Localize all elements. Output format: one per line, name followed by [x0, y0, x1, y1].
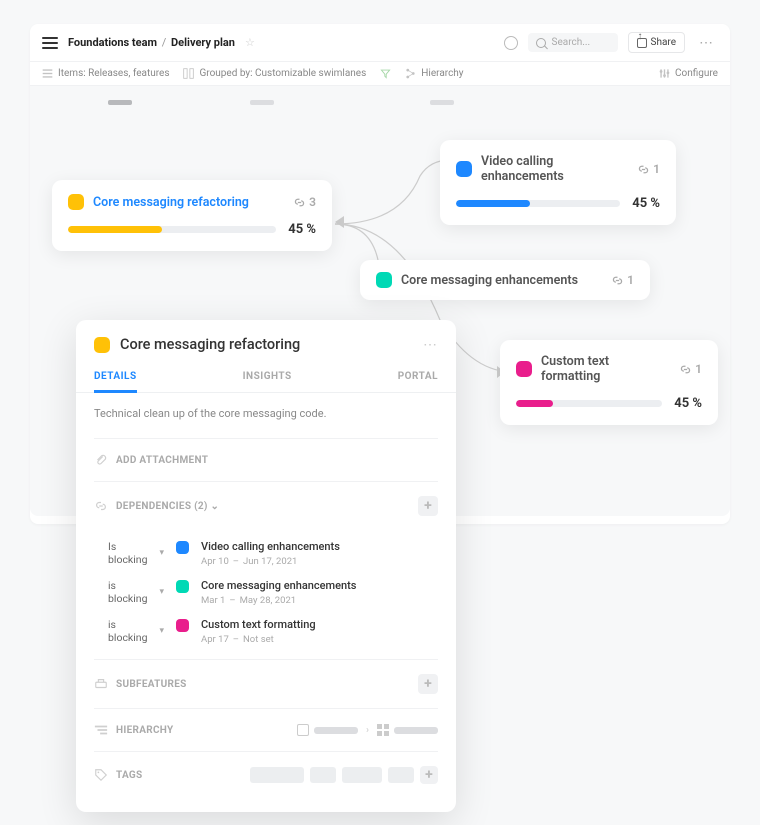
- color-dot: [176, 580, 189, 593]
- link-icon: [611, 274, 624, 287]
- tabs: DETAILS INSIGHTS PORTAL: [76, 363, 456, 393]
- dependencies-section[interactable]: DEPENDENCIES (2) ⌄ +: [94, 481, 438, 530]
- color-dot: [176, 619, 189, 632]
- tab-insights[interactable]: INSIGHTS: [243, 363, 292, 392]
- share-icon: [637, 38, 647, 48]
- items-filter[interactable]: Items: Releases, features: [42, 68, 169, 79]
- dependency-relation[interactable]: Is blocking▾: [94, 540, 164, 566]
- dependency-item[interactable]: is blocking▾ Custom text formatting Apr …: [94, 612, 438, 651]
- tab-details[interactable]: DETAILS: [94, 363, 137, 393]
- card-core-refactoring[interactable]: Core messaging refactoring 3 45 %: [52, 180, 332, 251]
- timeline-marker: [108, 100, 132, 105]
- card-video-calling[interactable]: Video calling enhancements 1 45 %: [440, 140, 676, 225]
- search-input[interactable]: Search...: [528, 33, 618, 52]
- link-icon: [679, 363, 692, 376]
- dependency-item[interactable]: is blocking▾ Core messaging enhancements…: [94, 573, 438, 612]
- color-dot: [68, 194, 84, 210]
- attachment-icon: [94, 453, 108, 467]
- link-icon: [293, 196, 306, 209]
- dependency-count[interactable]: 1: [611, 273, 634, 287]
- subfeatures-icon: [94, 677, 108, 691]
- hierarchy-icon: [94, 723, 108, 737]
- tab-portal[interactable]: PORTAL: [398, 363, 438, 392]
- card-title[interactable]: Core messaging refactoring: [93, 195, 284, 210]
- progress-bar: [516, 400, 662, 407]
- more-button[interactable]: ⋯: [695, 35, 718, 51]
- panel-more-button[interactable]: ⋯: [423, 337, 438, 353]
- dependency-count[interactable]: 1: [637, 162, 660, 176]
- progress-percent: 45 %: [288, 222, 316, 237]
- card-title[interactable]: Core messaging enhancements: [401, 273, 602, 288]
- topbar: Foundations team / Delivery plan ☆ Searc…: [30, 24, 730, 62]
- card-title[interactable]: Custom text formatting: [541, 354, 670, 384]
- chevron-down-icon: ▾: [159, 548, 164, 558]
- panel-title: Core messaging refactoring: [120, 336, 413, 353]
- filter-button[interactable]: [380, 68, 391, 79]
- color-dot: [456, 161, 472, 177]
- progress-bar: [68, 226, 276, 233]
- detail-panel: Core messaging refactoring ⋯ DETAILS INS…: [76, 320, 456, 812]
- add-subfeature-button[interactable]: +: [418, 674, 438, 694]
- color-dot: [376, 272, 392, 288]
- dependency-list: Is blocking▾ Video calling enhancements …: [94, 530, 438, 659]
- grouped-filter[interactable]: Grouped by: Customizable swimlanes: [183, 68, 366, 79]
- progress-percent: 45 %: [674, 396, 702, 411]
- color-dot: [94, 337, 110, 353]
- description: Technical clean up of the core messaging…: [94, 407, 438, 420]
- dependency-count[interactable]: 3: [293, 195, 316, 209]
- link-icon: [94, 499, 108, 513]
- timeline-marker: [430, 100, 454, 105]
- configure-button[interactable]: Configure: [659, 68, 718, 79]
- tag-placeholder: [342, 767, 382, 783]
- color-dot: [516, 361, 532, 377]
- timeline-marker: [250, 100, 274, 105]
- card-custom-text[interactable]: Custom text formatting 1 45 %: [500, 340, 718, 425]
- progress-percent: 45 %: [632, 196, 660, 211]
- hierarchy-section[interactable]: HIERARCHY ›: [94, 708, 438, 751]
- tag-placeholder: [388, 767, 414, 783]
- share-button[interactable]: Share: [628, 32, 685, 53]
- tag-icon: [94, 768, 108, 782]
- chevron-down-icon: ⌄: [211, 501, 220, 512]
- toolbar: Items: Releases, features Grouped by: Cu…: [30, 62, 730, 86]
- attachment-section[interactable]: ADD ATTACHMENT: [94, 438, 438, 481]
- add-dependency-button[interactable]: +: [418, 496, 438, 516]
- chevron-down-icon: ▾: [159, 626, 164, 636]
- hierarchy-button[interactable]: Hierarchy: [405, 68, 463, 79]
- card-title[interactable]: Video calling enhancements: [481, 154, 628, 184]
- subfeatures-section[interactable]: SUBFEATURES +: [94, 659, 438, 708]
- comment-icon[interactable]: [504, 36, 518, 50]
- chevron-down-icon: ▾: [159, 587, 164, 597]
- progress-bar: [456, 200, 620, 207]
- tag-placeholder: [250, 767, 304, 783]
- add-tag-button[interactable]: +: [420, 766, 438, 784]
- breadcrumb[interactable]: Foundations team / Delivery plan: [68, 36, 235, 49]
- dependency-item[interactable]: Is blocking▾ Video calling enhancements …: [94, 534, 438, 573]
- color-dot: [176, 541, 189, 554]
- tags-section[interactable]: TAGS +: [94, 751, 438, 798]
- menu-icon[interactable]: [42, 37, 58, 49]
- dependency-relation[interactable]: is blocking▾: [94, 579, 164, 605]
- card-core-enhancements[interactable]: Core messaging enhancements 1: [360, 260, 650, 300]
- dependency-count[interactable]: 1: [679, 362, 702, 376]
- breadcrumb-page[interactable]: Delivery plan: [171, 36, 235, 49]
- star-icon[interactable]: ☆: [245, 36, 255, 49]
- dependency-relation[interactable]: is blocking▾: [94, 618, 164, 644]
- tag-placeholder: [310, 767, 336, 783]
- link-icon: [637, 163, 650, 176]
- search-icon: [536, 38, 546, 48]
- breadcrumb-team[interactable]: Foundations team: [68, 36, 157, 49]
